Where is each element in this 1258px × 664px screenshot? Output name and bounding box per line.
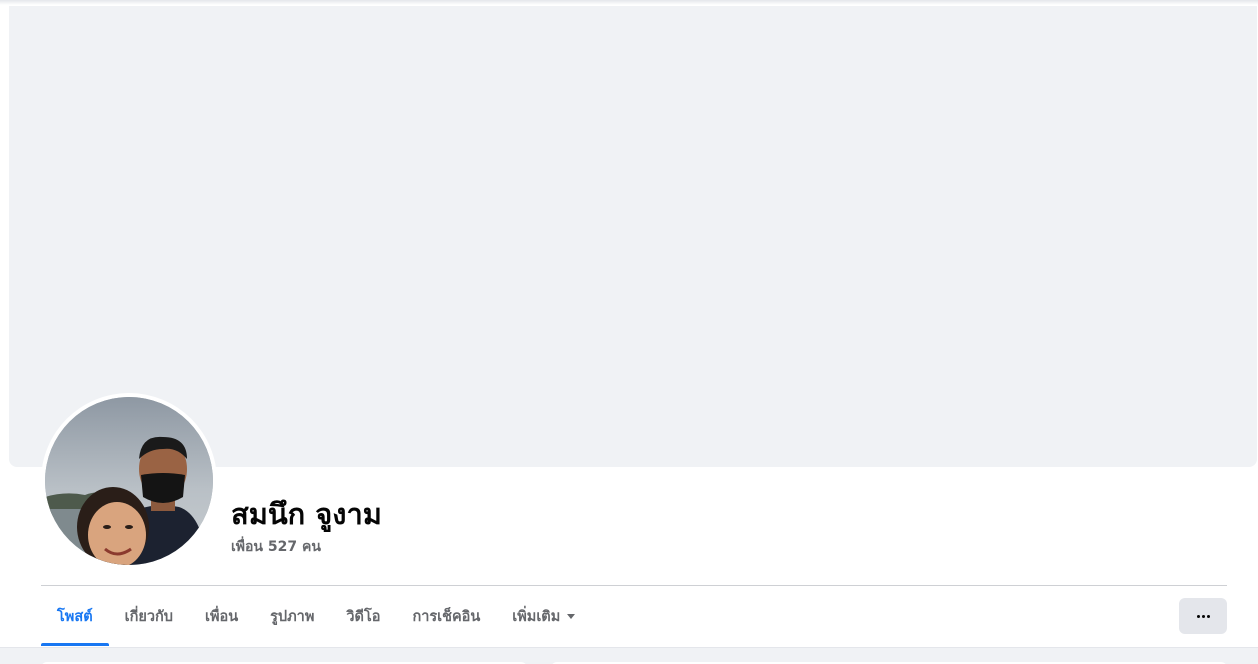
tab-label: วิดีโอ	[346, 608, 381, 625]
profile-tabs: โพสต์ เกี่ยวกับ เพื่อน รูปภาพ วิดีโอ การ…	[41, 586, 591, 646]
tab-friends[interactable]: เพื่อน	[189, 586, 254, 646]
tab-more[interactable]: เพิ่มเติม	[496, 586, 591, 646]
tab-videos[interactable]: วิดีโอ	[330, 586, 396, 646]
more-horizontal-icon	[1196, 614, 1210, 618]
tab-about[interactable]: เกี่ยวกับ	[109, 586, 189, 646]
profile-picture[interactable]	[45, 397, 213, 565]
tab-label: โพสต์	[57, 608, 93, 625]
tab-label: เกี่ยวกับ	[124, 608, 173, 625]
tab-check-ins[interactable]: การเช็คอิน	[396, 586, 496, 646]
profile-photo-image	[45, 397, 213, 565]
profile-picture-frame	[41, 393, 217, 569]
tab-label: รูปภาพ	[270, 608, 315, 625]
more-options-button[interactable]	[1179, 598, 1227, 634]
profile-page: สมนึก จูงาม เพื่อน 527 คน โพสต์ เกี่ยวกั…	[0, 0, 1258, 664]
friends-count-link[interactable]: เพื่อน 527 คน	[231, 536, 321, 558]
tab-posts[interactable]: โพสต์	[41, 586, 109, 646]
cover-photo[interactable]	[9, 6, 1257, 467]
tab-label: การเช็คอิน	[412, 608, 481, 625]
caret-down-icon	[567, 613, 576, 619]
top-bar-shadow	[0, 0, 1258, 5]
content-area	[0, 647, 1258, 664]
tab-photos[interactable]: รูปภาพ	[254, 586, 330, 646]
tab-label: เพื่อน	[204, 608, 239, 625]
tab-label: เพิ่มเติม	[512, 608, 561, 625]
profile-name: สมนึก จูงาม	[231, 497, 382, 531]
